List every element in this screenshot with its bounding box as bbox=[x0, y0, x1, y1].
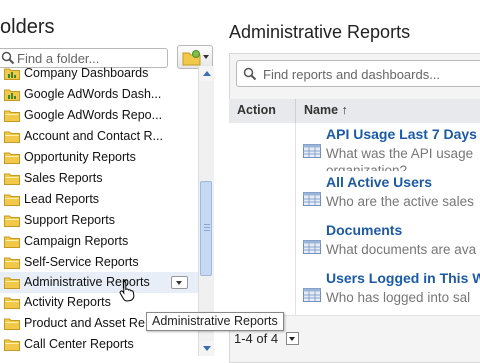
folder-icon bbox=[4, 110, 20, 122]
folder-search-placeholder: Find a folder... bbox=[17, 51, 100, 66]
folder-icon bbox=[4, 131, 20, 143]
report-row: Users Logged in This W Who has logged int… bbox=[229, 267, 480, 316]
folder-item[interactable]: Activity Reports bbox=[0, 292, 198, 313]
table-header: Action Name ↑ bbox=[229, 99, 480, 124]
report-row: All Active Users Who are the active sales bbox=[229, 171, 480, 220]
folder-item-label: Activity Reports bbox=[24, 295, 111, 309]
action-cell bbox=[229, 219, 296, 267]
report-description-line: Who are the active sales bbox=[326, 194, 474, 209]
scrollbar-thumb[interactable] bbox=[200, 181, 212, 276]
folder-icon bbox=[4, 236, 20, 248]
report-name-link[interactable]: Users Logged in This W bbox=[326, 270, 480, 286]
folder-item[interactable]: Company Dashboards bbox=[0, 66, 198, 84]
pager-text: 1-4 of 4 bbox=[234, 331, 279, 346]
folder-item[interactable]: Lead Reports bbox=[0, 189, 198, 210]
pager-dropdown[interactable] bbox=[286, 332, 299, 345]
folder-options-dropdown[interactable] bbox=[171, 276, 188, 289]
search-icon bbox=[1, 51, 15, 65]
folder-item-label: Sales Reports bbox=[24, 171, 103, 185]
folders-title: olders bbox=[0, 16, 55, 38]
folder-item-label: Call Center Reports bbox=[24, 337, 134, 351]
report-description: What documents are ava bbox=[326, 241, 476, 258]
hand-cursor-icon bbox=[119, 280, 135, 302]
folder-item-label: Company Dashboards bbox=[24, 66, 149, 80]
folder-item[interactable]: Call Center Reports bbox=[0, 334, 198, 355]
folder-item-label: Google AdWords Dash... bbox=[24, 87, 162, 101]
report-name-link[interactable]: All Active Users bbox=[326, 174, 432, 190]
folder-icon bbox=[4, 277, 20, 289]
folder-item[interactable]: Google AdWords Dash... bbox=[0, 84, 198, 105]
folder-item-label: Self-Service Reports bbox=[24, 255, 139, 269]
folder-icon bbox=[4, 297, 20, 309]
scroll-down-icon[interactable] bbox=[199, 341, 214, 356]
folder-icon bbox=[4, 194, 20, 206]
scroll-up-icon[interactable] bbox=[199, 66, 214, 81]
folder-item-label: Lead Reports bbox=[24, 192, 100, 206]
action-cell bbox=[229, 123, 296, 171]
folder-item-label: Product and Asset Re bbox=[24, 316, 145, 330]
tooltip: Administrative Reports bbox=[146, 312, 284, 331]
folder-icon bbox=[4, 339, 20, 351]
column-header-name[interactable]: Name ↑ bbox=[304, 103, 348, 117]
column-header-action: Action bbox=[237, 103, 276, 117]
report-description-line: What documents are ava bbox=[326, 242, 477, 257]
report-table-icon bbox=[303, 288, 321, 302]
page-title: Administrative Reports bbox=[229, 22, 411, 42]
report-table-icon bbox=[303, 240, 321, 254]
sort-ascending-icon: ↑ bbox=[341, 103, 348, 117]
report-description-line: Who has logged into sal bbox=[326, 290, 471, 305]
action-cell bbox=[229, 171, 296, 219]
report-search-input[interactable]: Find reports and dashboards... bbox=[236, 60, 480, 87]
folder-item[interactable]: Administrative Reports bbox=[0, 272, 198, 293]
action-cell bbox=[229, 267, 296, 315]
report-name-link[interactable]: API Usage Last 7 Days bbox=[326, 126, 477, 142]
report-row: Documents What documents are ava bbox=[229, 219, 480, 268]
folder-icon bbox=[4, 215, 20, 227]
folder-item[interactable]: Account and Contact R... bbox=[0, 126, 198, 147]
folder-item-label: Support Reports bbox=[24, 213, 116, 227]
folder-item[interactable]: Google AdWords Repo... bbox=[0, 105, 198, 126]
folder-icon bbox=[4, 152, 20, 164]
folder-item-label: Google AdWords Repo... bbox=[24, 108, 163, 122]
report-description-line: What was the API usage bbox=[326, 146, 474, 161]
report-description: Who are the active sales bbox=[326, 193, 474, 210]
folder-item-label: Account and Contact R... bbox=[24, 129, 163, 143]
folder-item[interactable]: Self-Service Reports bbox=[0, 252, 198, 273]
folder-item[interactable]: Opportunity Reports bbox=[0, 147, 198, 168]
report-name-link[interactable]: Documents bbox=[326, 222, 402, 238]
report-description: Who has logged into sal bbox=[326, 289, 470, 306]
report-table-icon bbox=[303, 192, 321, 206]
chevron-down-icon bbox=[203, 55, 209, 59]
report-search-placeholder: Find reports and dashboards... bbox=[263, 67, 441, 82]
dashboard-folder-icon bbox=[4, 68, 20, 80]
dashboard-folder-icon bbox=[4, 89, 20, 101]
report-table-icon bbox=[303, 144, 321, 158]
folder-icon bbox=[4, 318, 20, 330]
report-row: API Usage Last 7 Days What was the API us… bbox=[229, 123, 480, 178]
folder-search-input[interactable]: Find a folder... bbox=[0, 48, 168, 68]
folder-item-label: Opportunity Reports bbox=[24, 150, 136, 164]
folder-item[interactable]: Sales Reports bbox=[0, 168, 198, 189]
folder-item-label: Campaign Reports bbox=[24, 234, 129, 248]
folder-icon bbox=[4, 257, 20, 269]
search-icon bbox=[243, 67, 257, 81]
folder-item[interactable]: Support Reports bbox=[0, 210, 198, 231]
new-folder-icon bbox=[182, 50, 201, 66]
folder-item[interactable]: Campaign Reports bbox=[0, 231, 198, 252]
folder-icon bbox=[4, 173, 20, 185]
